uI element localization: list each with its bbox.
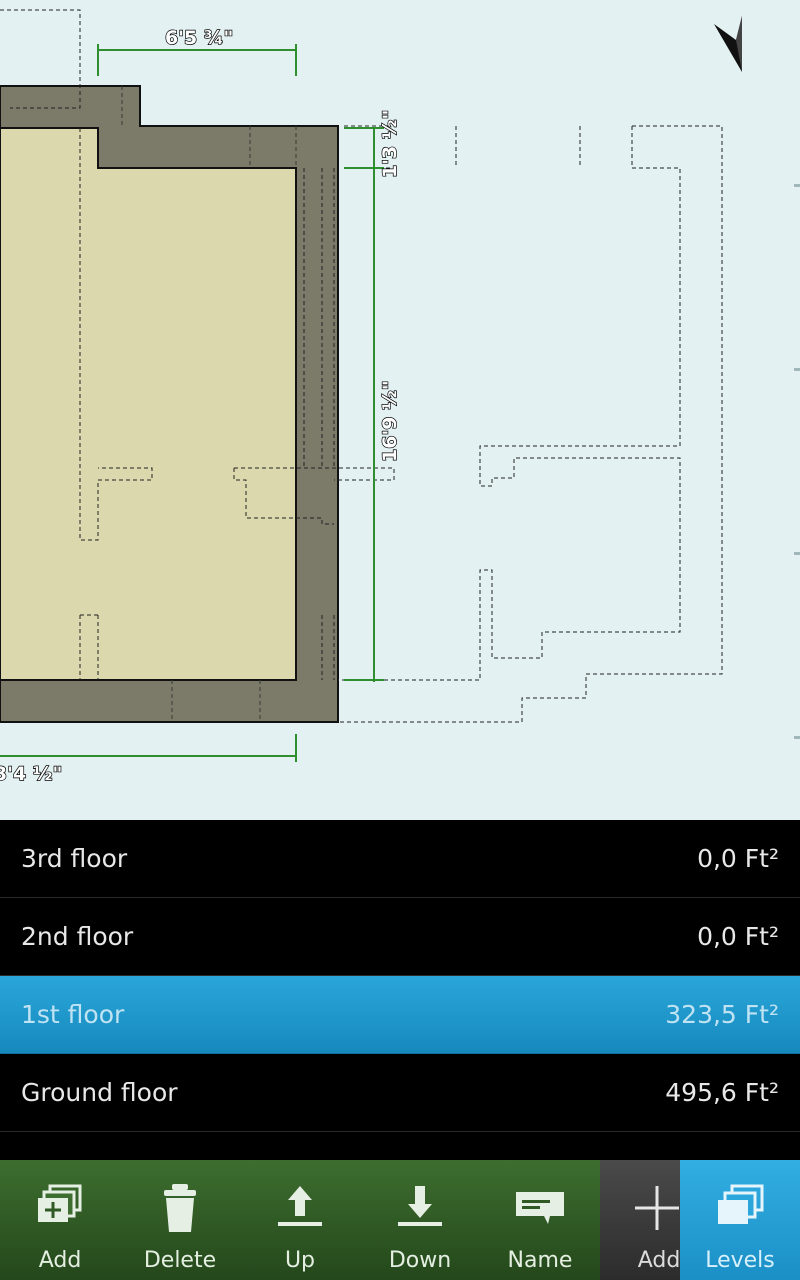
move-down-button[interactable]: Down [360,1160,480,1280]
level-actions-group: Add Delete Up Down Name [0,1160,600,1280]
level-area: 323,5 Ft² [665,1000,779,1029]
levels-list: 3rd floor 0,0 Ft² 2nd floor 0,0 Ft² 1st … [0,820,800,1160]
trash-icon [164,1184,196,1232]
scroll-tick [794,368,800,371]
add2-label: Add [637,1248,680,1273]
dimension-right-main: 16'9 ½" [379,380,401,462]
dimension-top-width: 6'5 ¾" [165,27,233,49]
level-area: 495,6 Ft² [665,1078,779,1107]
level-name: 3rd floor [21,844,128,873]
level-row-2nd-floor[interactable]: 2nd floor 0,0 Ft² [0,898,800,976]
compass-arrow-icon[interactable] [714,16,742,72]
down-label: Down [388,1248,452,1273]
add-level-button[interactable]: Add [0,1160,120,1280]
dimension-bottom-partial: 3'4 ½" [0,763,62,785]
room-floor[interactable] [0,127,297,681]
levels-layers-icon [718,1184,764,1224]
add-element-button[interactable]: Add [600,1160,680,1280]
level-row-3rd-floor[interactable]: 3rd floor 0,0 Ft² [0,820,800,898]
levels-tab-button[interactable]: Levels [680,1160,800,1280]
floor-plan-canvas[interactable]: 6'5 ¾" 1'3 ½" 16'9 ½" 3'4 ½" [0,0,800,820]
arrow-up-icon [278,1186,322,1226]
add-label: Add [38,1248,82,1273]
name-tag-icon [516,1192,564,1224]
add-layers-icon [38,1184,82,1222]
level-name: 2nd floor [21,922,134,951]
level-row-ground-floor[interactable]: Ground floor 495,6 Ft² [0,1054,800,1132]
level-name: Ground floor [21,1078,178,1107]
move-up-button[interactable]: Up [240,1160,360,1280]
floor-plan-drawing[interactable]: 6'5 ¾" 1'3 ½" 16'9 ½" 3'4 ½" [0,0,800,820]
up-label: Up [284,1248,316,1273]
dimension-right-top: 1'3 ½" [379,110,401,178]
scroll-tick [794,736,800,739]
level-area: 0,0 Ft² [697,922,779,951]
level-area: 0,0 Ft² [697,844,779,873]
delete-label: Delete [143,1248,217,1273]
bottom-toolbar: Add Delete Up Down Name Add Levels [0,1160,800,1280]
arrow-down-icon [398,1186,442,1226]
level-name: 1st floor [21,1000,125,1029]
plus-icon [635,1186,679,1230]
name-label: Name [507,1248,573,1273]
scroll-tick [794,552,800,555]
delete-level-button[interactable]: Delete [120,1160,240,1280]
levels-label: Levels [705,1248,775,1273]
rename-level-button[interactable]: Name [480,1160,600,1280]
scroll-tick [794,184,800,187]
level-row-1st-floor[interactable]: 1st floor 323,5 Ft² [0,976,800,1054]
